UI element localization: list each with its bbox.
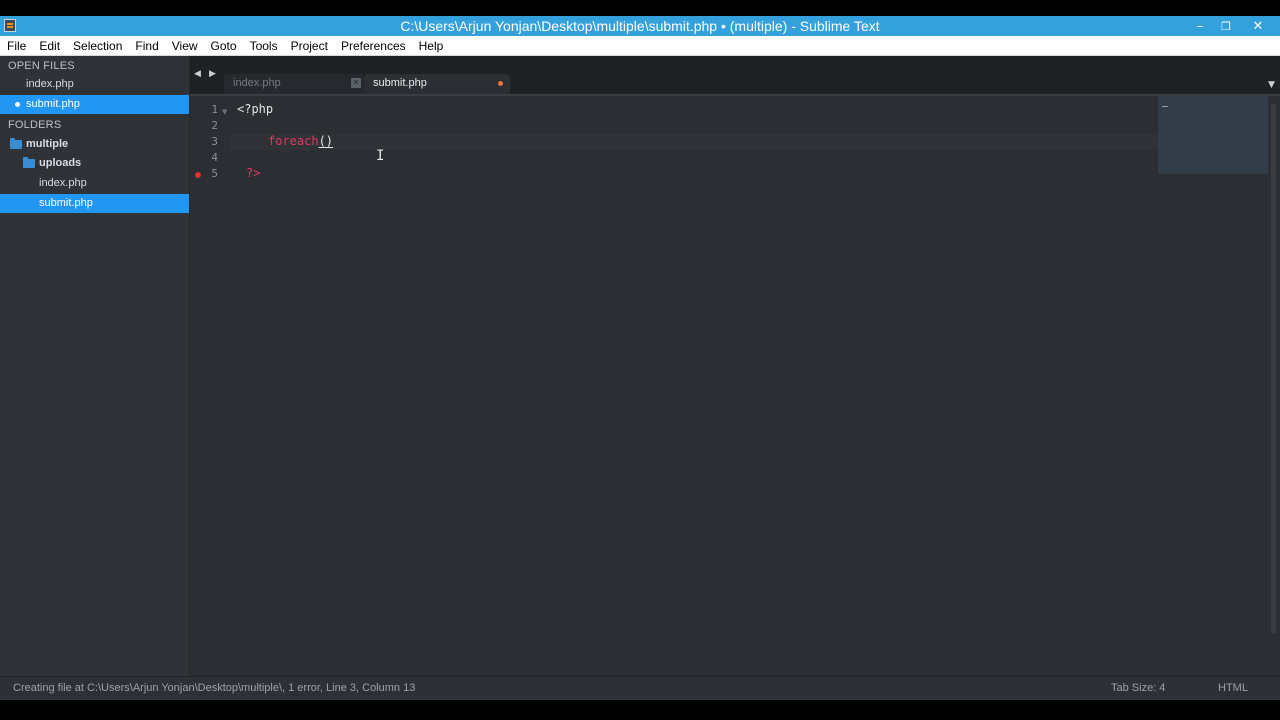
- minimap-line: [1162, 106, 1168, 107]
- maximize-button[interactable]: ❐: [1212, 16, 1240, 36]
- tab-bar: ◀ ▶ index.php ✕ submit.php ▼: [190, 56, 1280, 96]
- file-label: submit.php: [39, 197, 93, 209]
- menu-tools[interactable]: Tools: [243, 39, 284, 53]
- php-open-tag: <?php: [237, 102, 274, 116]
- minimap[interactable]: [1158, 96, 1268, 174]
- folder-uploads[interactable]: uploads: [0, 154, 189, 173]
- folder-open-icon: [10, 138, 22, 149]
- code-editor[interactable]: 1 2 3 4 5 ▼ <?php foreach() ?> I: [190, 96, 1268, 676]
- folder-file-index-php[interactable]: index.php: [0, 174, 189, 193]
- tab-submit-php[interactable]: submit.php: [364, 74, 510, 96]
- minimize-button[interactable]: –: [1186, 16, 1214, 36]
- open-file-label: submit.php: [26, 98, 80, 110]
- php-close-tag: ?>: [246, 166, 261, 180]
- scrollbar-thumb[interactable]: [1271, 104, 1276, 634]
- unsaved-dot-icon: [15, 102, 20, 107]
- tab-index-php[interactable]: index.php ✕: [224, 74, 364, 96]
- tab-prev-arrow-icon[interactable]: ◀: [194, 70, 201, 79]
- tab-size-indicator[interactable]: Tab Size: 4: [1111, 682, 1165, 694]
- menu-view[interactable]: View: [165, 39, 204, 53]
- folder-multiple[interactable]: multiple: [0, 135, 189, 154]
- menu-project[interactable]: Project: [284, 39, 334, 53]
- code-line-3: foreach(): [268, 134, 333, 150]
- tab-next-arrow-icon[interactable]: ▶: [209, 70, 216, 79]
- folder-label: multiple: [26, 138, 69, 150]
- tab-label: submit.php: [373, 77, 427, 89]
- folder-label: uploads: [39, 157, 82, 169]
- open-file-label: index.php: [26, 78, 74, 90]
- window-title: C:\Users\Arjun Yonjan\Desktop\multiple\s…: [400, 18, 880, 34]
- current-line-highlight: [230, 134, 1158, 150]
- ibeam-cursor-icon: I: [376, 148, 385, 164]
- line-number-gutter[interactable]: 1 2 3 4 5 ▼: [190, 96, 230, 676]
- unsaved-dot-icon[interactable]: [498, 81, 503, 86]
- menu-find[interactable]: Find: [128, 39, 164, 53]
- status-bar: Creating file at C:\Users\Arjun Yonjan\D…: [0, 676, 1280, 700]
- line-number: 1: [211, 103, 218, 116]
- open-file-index-php[interactable]: index.php: [0, 75, 189, 94]
- sidebar: OPEN FILES index.php submit.php FOLDERS …: [0, 56, 190, 676]
- open-file-submit-php[interactable]: submit.php: [0, 95, 189, 114]
- sublime-window: C:\Users\Arjun Yonjan\Desktop\multiple\s…: [0, 16, 1280, 700]
- menu-file[interactable]: File: [0, 39, 32, 53]
- close-window-button[interactable]: ✕: [1244, 16, 1272, 36]
- line-number: 3: [211, 135, 218, 148]
- error-marker-icon: [195, 172, 201, 178]
- file-label: index.php: [39, 177, 87, 189]
- folders-header: FOLDERS: [8, 119, 62, 131]
- menu-goto[interactable]: Goto: [204, 39, 243, 53]
- folder-icon: [23, 157, 35, 168]
- vertical-scrollbar[interactable]: [1268, 96, 1280, 676]
- status-message: Creating file at C:\Users\Arjun Yonjan\D…: [13, 682, 416, 694]
- code-line-5: ?>: [246, 166, 260, 182]
- menu-bar: File Edit Selection Find View Goto Tools…: [0, 36, 1280, 56]
- syntax-indicator[interactable]: HTML: [1218, 682, 1248, 694]
- tab-label: index.php: [233, 77, 281, 89]
- fold-arrow-icon[interactable]: ▼: [222, 108, 227, 116]
- line-number: 4: [211, 151, 218, 164]
- code-line-1: <?php: [237, 102, 273, 118]
- folder-file-submit-php[interactable]: submit.php: [0, 194, 189, 213]
- menu-help[interactable]: Help: [412, 39, 450, 53]
- paren-pair: (): [318, 134, 334, 148]
- foreach-keyword: foreach: [268, 134, 319, 148]
- title-bar[interactable]: C:\Users\Arjun Yonjan\Desktop\multiple\s…: [0, 16, 1280, 36]
- menu-edit[interactable]: Edit: [32, 39, 66, 53]
- line-number: 2: [211, 119, 218, 132]
- menu-preferences[interactable]: Preferences: [334, 39, 412, 53]
- tab-list-dropdown-icon[interactable]: ▼: [1268, 80, 1275, 90]
- open-files-header: OPEN FILES: [8, 60, 75, 72]
- menu-selection[interactable]: Selection: [66, 39, 128, 53]
- tab-close-icon[interactable]: ✕: [351, 78, 361, 88]
